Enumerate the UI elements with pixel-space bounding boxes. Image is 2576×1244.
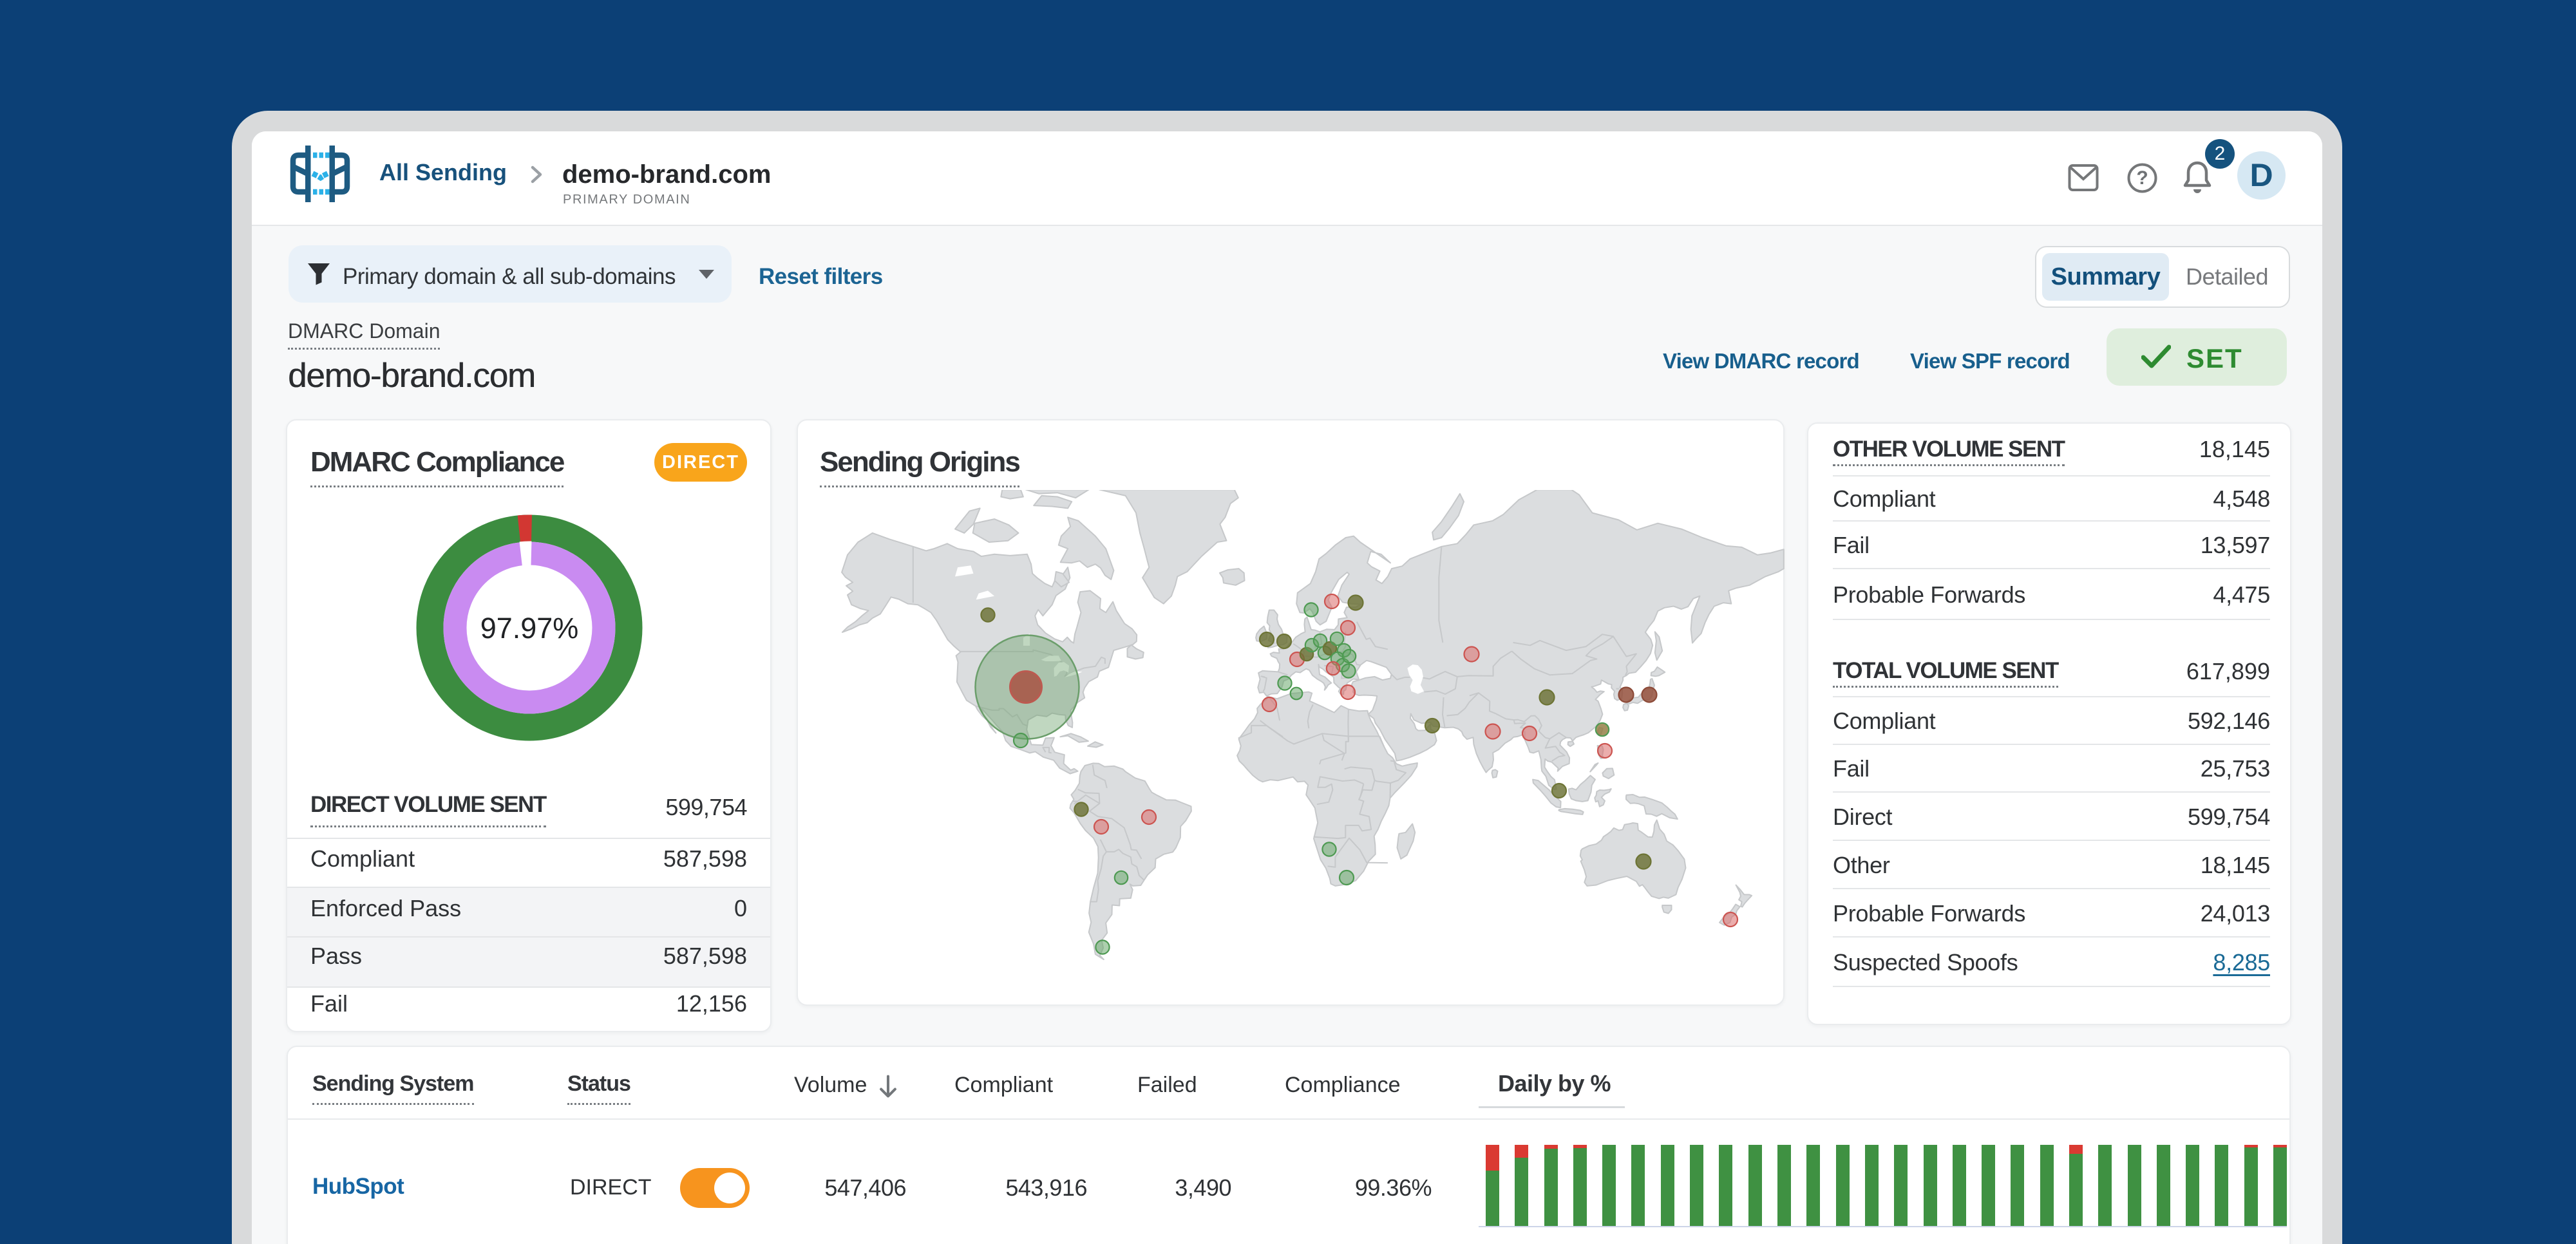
svg-text:?: ? bbox=[2136, 167, 2148, 189]
svg-text:97.97%: 97.97% bbox=[480, 612, 579, 645]
